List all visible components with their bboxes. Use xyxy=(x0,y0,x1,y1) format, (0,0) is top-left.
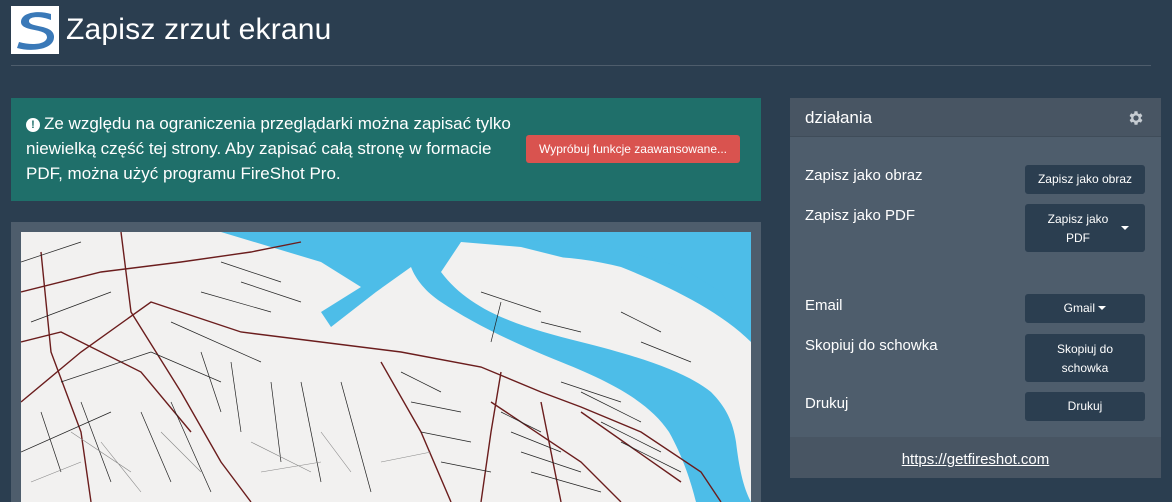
chevron-down-icon xyxy=(1098,306,1107,310)
actions-panel: działania Zapisz jako obraz Zapisz jako … xyxy=(790,98,1161,478)
save-image-button[interactable]: Zapisz jako obraz xyxy=(1025,165,1145,194)
page-title: Zapisz zrzut ekranu xyxy=(66,13,332,46)
header: Zapisz zrzut ekranu xyxy=(11,5,332,55)
fireshot-logo xyxy=(11,6,59,54)
copy-clipboard-label: Skopiuj do schowka xyxy=(805,337,938,354)
copy-clipboard-button[interactable]: Skopiuj do schowka xyxy=(1025,334,1145,382)
screenshot-preview xyxy=(11,222,761,502)
save-pdf-label: Zapisz jako PDF xyxy=(805,207,916,224)
save-image-label: Zapisz jako obraz xyxy=(805,167,923,184)
limitation-alert: ! Ze względu na ograniczenia przeglądarki… xyxy=(11,98,761,201)
chevron-down-icon xyxy=(1121,226,1129,230)
email-label: Email xyxy=(805,297,843,314)
panel-footer: https://getfireshot.com xyxy=(790,437,1161,478)
print-label: Drukuj xyxy=(805,395,849,412)
map-screenshot xyxy=(21,232,751,502)
panel-title: działania xyxy=(805,108,873,127)
exclamation-circle-icon: ! xyxy=(26,118,40,132)
getfireshot-link[interactable]: https://getfireshot.com xyxy=(790,451,1161,468)
try-advanced-features-button[interactable]: Wypróbuj funkcje zaawansowane... xyxy=(526,135,740,163)
save-pdf-button-label: Zapisz jako PDF xyxy=(1047,212,1109,245)
gear-icon[interactable] xyxy=(1127,109,1145,127)
header-divider xyxy=(11,65,1151,66)
save-pdf-button[interactable]: Zapisz jako PDF xyxy=(1025,204,1145,252)
gmail-dropdown-button[interactable]: Gmail xyxy=(1025,294,1145,323)
print-button[interactable]: Drukuj xyxy=(1025,392,1145,421)
map-image xyxy=(21,232,751,502)
panel-header: działania xyxy=(790,98,1161,137)
gmail-button-label: Gmail xyxy=(1063,301,1095,315)
alert-message: Ze względu na ograniczenia przeglądarki … xyxy=(26,114,511,183)
